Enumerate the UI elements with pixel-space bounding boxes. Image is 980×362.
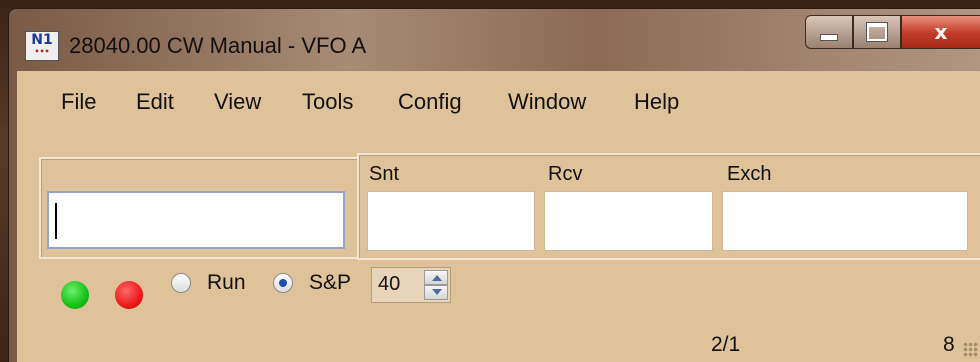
- window-controls: x: [805, 15, 980, 49]
- menu-file[interactable]: File: [55, 87, 102, 117]
- spin-down-button[interactable]: [424, 285, 448, 300]
- sp-radio[interactable]: [273, 273, 293, 293]
- menu-tools[interactable]: Tools: [296, 87, 359, 117]
- app-icon-text: N1: [31, 32, 53, 48]
- close-icon: x: [934, 20, 948, 44]
- maximize-button[interactable]: [853, 15, 901, 49]
- title-bar[interactable]: N1 ••• 28040.00 CW Manual - VFO A x: [9, 9, 980, 71]
- menu-window[interactable]: Window: [502, 87, 592, 117]
- status-right-value: 8: [943, 333, 955, 356]
- spin-down-icon: [432, 289, 442, 295]
- menu-help[interactable]: Help: [628, 87, 685, 117]
- snt-label: Snt: [369, 163, 400, 185]
- run-radio[interactable]: [171, 273, 191, 293]
- qso-count: 2/1: [711, 333, 741, 356]
- menu-bar: File Edit View Tools Config Window Help: [17, 71, 980, 127]
- exch-label: Exch: [727, 163, 772, 185]
- rcv-label: Rcv: [548, 163, 583, 185]
- callsign-input[interactable]: [47, 191, 345, 249]
- sp-radio-dot: [279, 279, 287, 287]
- band-spinner[interactable]: 40: [371, 267, 451, 303]
- menu-edit[interactable]: Edit: [130, 87, 180, 117]
- run-label[interactable]: Run: [207, 271, 246, 295]
- spin-up-button[interactable]: [424, 270, 448, 285]
- app-icon[interactable]: N1 •••: [25, 31, 59, 61]
- spinner-value[interactable]: 40: [378, 273, 400, 296]
- spinner-buttons: [424, 270, 448, 300]
- sp-label[interactable]: S&P: [309, 271, 351, 295]
- exch-input[interactable]: [722, 191, 968, 251]
- resize-grip-icon[interactable]: [963, 342, 979, 358]
- client-area: File Edit View Tools Config Window Help …: [17, 71, 980, 362]
- menu-view[interactable]: View: [208, 87, 267, 117]
- snt-input[interactable]: [367, 191, 535, 251]
- menu-config[interactable]: Config: [392, 87, 468, 117]
- text-caret: [55, 203, 57, 239]
- app-window: N1 ••• 28040.00 CW Manual - VFO A x File…: [8, 8, 980, 362]
- status-led-red: [115, 281, 143, 309]
- status-led-green: [61, 281, 89, 309]
- rcv-input[interactable]: [544, 191, 713, 251]
- maximize-icon: [866, 22, 888, 42]
- minimize-icon: [820, 33, 838, 41]
- window-title: 28040.00 CW Manual - VFO A: [69, 33, 367, 58]
- spin-up-icon: [432, 275, 442, 281]
- close-button[interactable]: x: [901, 15, 980, 49]
- minimize-button[interactable]: [805, 15, 853, 49]
